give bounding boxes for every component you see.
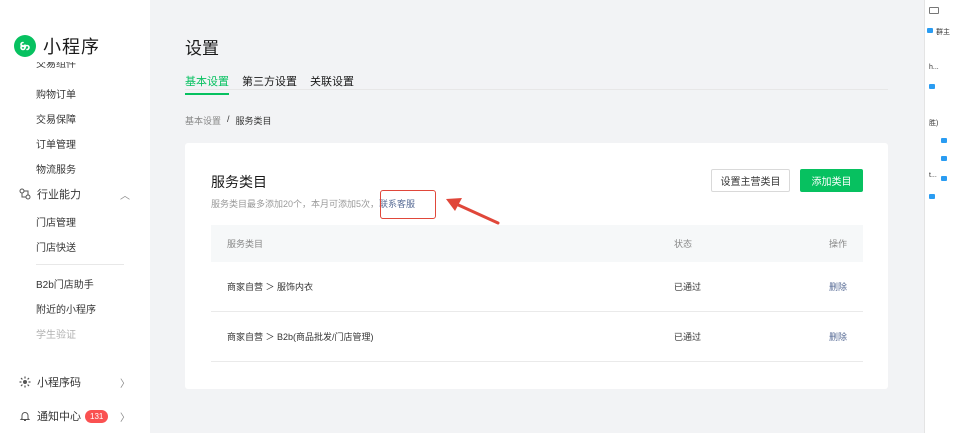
sidebar-item-nearby-miniprogram[interactable]: 附近的小程序 (36, 301, 96, 316)
sidebar-item-order-management[interactable]: 订单管理 (36, 136, 76, 151)
chat-status-icon (941, 138, 947, 143)
sidebar-item-logistics[interactable]: 物流服务 (36, 161, 76, 176)
annotation-arrow-icon (446, 198, 500, 225)
sidebar: 小程序 交易组件 购物订单 交易保障 订单管理 物流服务 行业能力 ︿ 门店管理… (0, 0, 150, 433)
table-header: 服务类目 状态 操作 (211, 225, 863, 262)
chat-status-icon (927, 28, 933, 33)
industry-icon (18, 188, 31, 201)
row-status: 已通过 (674, 332, 702, 342)
column-header-category: 服务类目 (227, 239, 264, 249)
sidebar-item-trade-guarantee[interactable]: 交易保障 (36, 111, 76, 126)
annotation-highlight-box (380, 190, 436, 219)
mail-icon[interactable] (929, 7, 939, 14)
miniprogram-logo-icon (14, 35, 36, 57)
sidebar-group-label: 行业能力 (37, 189, 81, 201)
sidebar-item-b2b-assistant[interactable]: B2b门店助手 (36, 276, 94, 291)
delete-link[interactable]: 删除 (829, 330, 847, 343)
sidebar-item-student-verification[interactable]: 学生验证 (36, 326, 76, 341)
tab-third-party-settings[interactable]: 第三方设置 (242, 73, 297, 95)
category-table: 服务类目 状态 操作 商家自营 ＞ 服饰内衣 已通过 删除 商家自营 ＞ B2b… (211, 225, 863, 362)
table-row: 商家自营 ＞ 服饰内衣 已通过 删除 (211, 262, 863, 312)
panel-item-text: h... (929, 64, 939, 71)
breadcrumb-current: 服务类目 (235, 116, 272, 126)
chat-status-icon (929, 194, 935, 199)
sidebar-group-label: 小程序码 (37, 377, 81, 389)
settings-tabs: 基本设置 第三方设置 关联设置 (185, 73, 367, 95)
column-header-action: 操作 (828, 239, 847, 249)
delete-link[interactable]: 删除 (829, 280, 847, 293)
add-category-button[interactable]: 添加类目 (800, 169, 863, 192)
page-title: 设置 (185, 39, 219, 58)
chevron-right-icon: 〉 (120, 378, 130, 390)
side-chat-panel: 群主 h... 胜) t... (924, 0, 954, 433)
sidebar-item-store-management[interactable]: 门店管理 (36, 214, 76, 229)
row-category: 商家自营 ＞ B2b(商品批发/门店管理) (227, 332, 374, 342)
panel-item-text: t... (929, 172, 937, 179)
tab-basic-settings[interactable]: 基本设置 (185, 73, 229, 95)
row-status: 已通过 (674, 282, 702, 292)
breadcrumb-separator: / (227, 114, 230, 124)
chevron-up-icon: ︿ (120, 190, 130, 202)
breadcrumb-parent[interactable]: 基本设置 (185, 114, 221, 127)
sidebar-divider (36, 264, 124, 265)
chat-status-icon (941, 176, 947, 181)
row-category: 商家自营 ＞ 服饰内衣 (227, 282, 314, 292)
code-icon (18, 376, 31, 389)
chat-status-icon (929, 84, 935, 89)
sidebar-item-trade-component[interactable]: 交易组件 (36, 62, 76, 70)
set-main-category-button[interactable]: 设置主营类目 (711, 169, 790, 192)
table-row: 商家自营 ＞ B2b(商品批发/门店管理) 已通过 删除 (211, 312, 863, 362)
sidebar-item-purchase-orders[interactable]: 购物订单 (36, 86, 76, 101)
column-header-status: 状态 (674, 239, 693, 249)
bell-icon (18, 410, 31, 423)
notification-count-badge: 131 (85, 409, 109, 423)
breadcrumb: 基本设置 / 服务类目 (185, 114, 272, 127)
chevron-right-icon: 〉 (120, 412, 130, 424)
app-logo[interactable]: 小程序 (14, 33, 100, 59)
panel-item-text: 胜) (929, 120, 939, 127)
sidebar-group-miniprogram-code[interactable]: 小程序码 〉 (18, 374, 130, 390)
card-title: 服务类目 (211, 174, 267, 190)
tab-association-settings[interactable]: 关联设置 (310, 73, 354, 95)
sidebar-group-industry[interactable]: 行业能力 ︿ (18, 186, 130, 202)
app-title: 小程序 (43, 37, 100, 57)
panel-item-text: 群主 (936, 29, 950, 36)
sidebar-group-notifications[interactable]: 通知中心 131 〉 (18, 408, 130, 424)
category-limit-text: 服务类目最多添加20个，本月可添加5次， (211, 199, 380, 209)
chat-status-icon (941, 156, 947, 161)
sidebar-group-label: 通知中心 (37, 411, 81, 423)
tabs-divider (185, 89, 888, 90)
sidebar-item-store-delivery[interactable]: 门店快送 (36, 239, 76, 254)
